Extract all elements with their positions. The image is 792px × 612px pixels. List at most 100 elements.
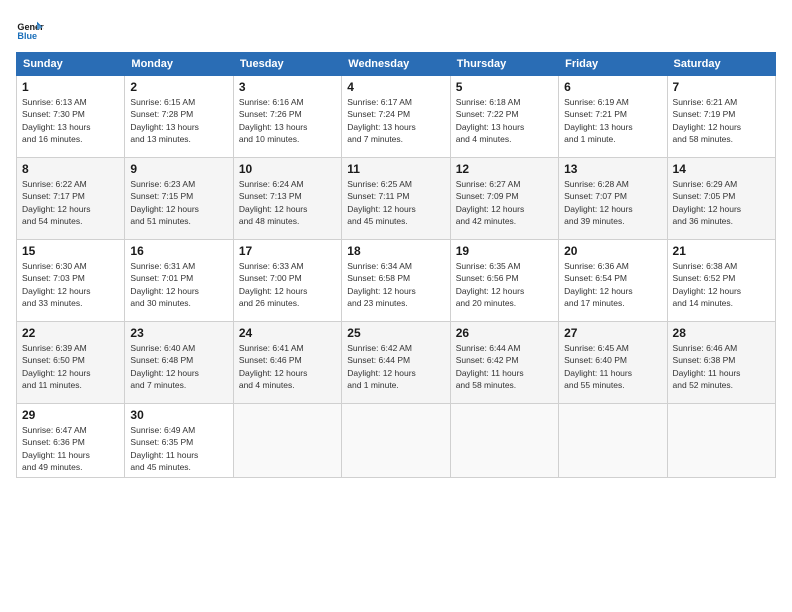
calendar-cell: 2Sunrise: 6:15 AM Sunset: 7:28 PM Daylig… [125, 76, 233, 158]
day-number: 25 [347, 326, 444, 340]
day-info: Sunrise: 6:39 AM Sunset: 6:50 PM Dayligh… [22, 342, 119, 391]
day-number: 8 [22, 162, 119, 176]
calendar-table: SundayMondayTuesdayWednesdayThursdayFrid… [16, 52, 776, 478]
day-number: 24 [239, 326, 336, 340]
calendar-cell: 3 Sunrise: 6:16 AM Sunset: 7:26 PM Daylig… [233, 76, 341, 158]
day-number: 26 [456, 326, 553, 340]
calendar-cell: 16 Sunrise: 6:31 AM Sunset: 7:01 PM Dayli… [125, 240, 233, 322]
day-header-friday: Friday [559, 53, 667, 76]
calendar-cell: 14 Sunrise: 6:29 AM Sunset: 7:05 PM Dayli… [667, 158, 775, 240]
week-row-2: 8 Sunrise: 6:22 AM Sunset: 7:17 PM Daylig… [17, 158, 776, 240]
day-info: Sunrise: 6:31 AM Sunset: 7:01 PM Dayligh… [130, 260, 227, 309]
page: General Blue SundayMondayTuesdayWednesda… [0, 0, 792, 612]
day-info: Sunrise: 6:24 AM Sunset: 7:13 PM Dayligh… [239, 178, 336, 227]
day-number: 1 [22, 80, 119, 94]
day-header-thursday: Thursday [450, 53, 558, 76]
day-number: 14 [673, 162, 770, 176]
calendar-cell: 25 Sunrise: 6:42 AM Sunset: 6:44 PM Dayli… [342, 322, 450, 404]
calendar-cell [233, 404, 341, 478]
calendar-cell: 28 Sunrise: 6:46 AM Sunset: 6:38 PM Dayli… [667, 322, 775, 404]
day-header-monday: Monday [125, 53, 233, 76]
day-info: Sunrise: 6:30 AM Sunset: 7:03 PM Dayligh… [22, 260, 119, 309]
day-info: Sunrise: 6:44 AM Sunset: 6:42 PM Dayligh… [456, 342, 553, 391]
day-number: 27 [564, 326, 661, 340]
day-info: Sunrise: 6:27 AM Sunset: 7:09 PM Dayligh… [456, 178, 553, 227]
calendar-cell: 23 Sunrise: 6:40 AM Sunset: 6:48 PM Dayli… [125, 322, 233, 404]
calendar-cell: 5Sunrise: 6:18 AM Sunset: 7:22 PM Daylig… [450, 76, 558, 158]
header: General Blue [16, 16, 776, 44]
day-info: Sunrise: 6:45 AM Sunset: 6:40 PM Dayligh… [564, 342, 661, 391]
day-number: 5 [456, 80, 553, 94]
calendar-cell: 15 Sunrise: 6:30 AM Sunset: 7:03 PM Dayli… [17, 240, 125, 322]
calendar-cell [342, 404, 450, 478]
calendar-cell: 27 Sunrise: 6:45 AM Sunset: 6:40 PM Dayli… [559, 322, 667, 404]
day-number: 18 [347, 244, 444, 258]
day-number: 3 [239, 80, 336, 94]
calendar-cell: 18 Sunrise: 6:34 AM Sunset: 6:58 PM Dayli… [342, 240, 450, 322]
calendar-cell: 30 Sunrise: 6:49 AM Sunset: 6:35 PM Dayli… [125, 404, 233, 478]
day-info: Sunrise: 6:47 AM Sunset: 6:36 PM Dayligh… [22, 424, 119, 473]
calendar-cell: 24 Sunrise: 6:41 AM Sunset: 6:46 PM Dayli… [233, 322, 341, 404]
day-number: 9 [130, 162, 227, 176]
day-info: Sunrise: 6:28 AM Sunset: 7:07 PM Dayligh… [564, 178, 661, 227]
svg-text:Blue: Blue [17, 31, 37, 41]
week-row-5: 29 Sunrise: 6:47 AM Sunset: 6:36 PM Dayli… [17, 404, 776, 478]
day-number: 4 [347, 80, 444, 94]
day-number: 20 [564, 244, 661, 258]
calendar-cell: 7Sunrise: 6:21 AM Sunset: 7:19 PM Daylig… [667, 76, 775, 158]
calendar-cell: 10 Sunrise: 6:24 AM Sunset: 7:13 PM Dayli… [233, 158, 341, 240]
week-row-1: 1 Sunrise: 6:13 AM Sunset: 7:30 PM Daylig… [17, 76, 776, 158]
day-number: 15 [22, 244, 119, 258]
day-info: Sunrise: 6:16 AM Sunset: 7:26 PM Dayligh… [239, 96, 336, 145]
day-number: 11 [347, 162, 444, 176]
day-info: Sunrise: 6:17 AM Sunset: 7:24 PM Dayligh… [347, 96, 444, 145]
day-number: 16 [130, 244, 227, 258]
week-row-4: 22Sunrise: 6:39 AM Sunset: 6:50 PM Dayli… [17, 322, 776, 404]
calendar-header: SundayMondayTuesdayWednesdayThursdayFrid… [17, 53, 776, 76]
day-info: Sunrise: 6:35 AM Sunset: 6:56 PM Dayligh… [456, 260, 553, 309]
day-info: Sunrise: 6:25 AM Sunset: 7:11 PM Dayligh… [347, 178, 444, 227]
calendar-cell: 29 Sunrise: 6:47 AM Sunset: 6:36 PM Dayli… [17, 404, 125, 478]
day-info: Sunrise: 6:13 AM Sunset: 7:30 PM Dayligh… [22, 96, 119, 145]
calendar-cell: 1 Sunrise: 6:13 AM Sunset: 7:30 PM Daylig… [17, 76, 125, 158]
calendar-cell: 9 Sunrise: 6:23 AM Sunset: 7:15 PM Daylig… [125, 158, 233, 240]
calendar-cell: 21Sunrise: 6:38 AM Sunset: 6:52 PM Dayli… [667, 240, 775, 322]
day-info: Sunrise: 6:19 AM Sunset: 7:21 PM Dayligh… [564, 96, 661, 145]
day-info: Sunrise: 6:42 AM Sunset: 6:44 PM Dayligh… [347, 342, 444, 391]
day-info: Sunrise: 6:29 AM Sunset: 7:05 PM Dayligh… [673, 178, 770, 227]
calendar-cell: 12 Sunrise: 6:27 AM Sunset: 7:09 PM Dayli… [450, 158, 558, 240]
day-info: Sunrise: 6:22 AM Sunset: 7:17 PM Dayligh… [22, 178, 119, 227]
calendar-cell: 20 Sunrise: 6:36 AM Sunset: 6:54 PM Dayli… [559, 240, 667, 322]
week-row-3: 15 Sunrise: 6:30 AM Sunset: 7:03 PM Dayli… [17, 240, 776, 322]
day-info: Sunrise: 6:33 AM Sunset: 7:00 PM Dayligh… [239, 260, 336, 309]
day-info: Sunrise: 6:36 AM Sunset: 6:54 PM Dayligh… [564, 260, 661, 309]
day-info: Sunrise: 6:34 AM Sunset: 6:58 PM Dayligh… [347, 260, 444, 309]
logo-icon: General Blue [16, 16, 44, 44]
header-row: SundayMondayTuesdayWednesdayThursdayFrid… [17, 53, 776, 76]
calendar-cell: 17 Sunrise: 6:33 AM Sunset: 7:00 PM Dayli… [233, 240, 341, 322]
day-number: 10 [239, 162, 336, 176]
calendar-cell: 13Sunrise: 6:28 AM Sunset: 7:07 PM Dayli… [559, 158, 667, 240]
logo: General Blue [16, 16, 48, 44]
calendar-cell: 6Sunrise: 6:19 AM Sunset: 7:21 PM Daylig… [559, 76, 667, 158]
day-number: 29 [22, 408, 119, 422]
calendar-cell: 11 Sunrise: 6:25 AM Sunset: 7:11 PM Dayli… [342, 158, 450, 240]
day-number: 12 [456, 162, 553, 176]
day-number: 2 [130, 80, 227, 94]
calendar-cell: 4 Sunrise: 6:17 AM Sunset: 7:24 PM Daylig… [342, 76, 450, 158]
day-number: 23 [130, 326, 227, 340]
day-info: Sunrise: 6:41 AM Sunset: 6:46 PM Dayligh… [239, 342, 336, 391]
day-number: 30 [130, 408, 227, 422]
day-header-wednesday: Wednesday [342, 53, 450, 76]
day-info: Sunrise: 6:46 AM Sunset: 6:38 PM Dayligh… [673, 342, 770, 391]
day-info: Sunrise: 6:49 AM Sunset: 6:35 PM Dayligh… [130, 424, 227, 473]
day-info: Sunrise: 6:40 AM Sunset: 6:48 PM Dayligh… [130, 342, 227, 391]
day-header-sunday: Sunday [17, 53, 125, 76]
calendar-body: 1 Sunrise: 6:13 AM Sunset: 7:30 PM Daylig… [17, 76, 776, 478]
day-info: Sunrise: 6:23 AM Sunset: 7:15 PM Dayligh… [130, 178, 227, 227]
calendar-cell: 26 Sunrise: 6:44 AM Sunset: 6:42 PM Dayli… [450, 322, 558, 404]
day-number: 17 [239, 244, 336, 258]
day-header-saturday: Saturday [667, 53, 775, 76]
calendar-cell: 19Sunrise: 6:35 AM Sunset: 6:56 PM Dayli… [450, 240, 558, 322]
day-number: 28 [673, 326, 770, 340]
